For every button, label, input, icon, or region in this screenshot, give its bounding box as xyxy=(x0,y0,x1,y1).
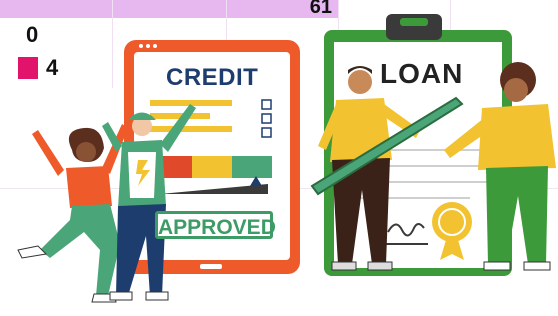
woman-figure xyxy=(17,124,128,303)
credit-title: CREDIT xyxy=(166,64,259,91)
loan-title: LOAN xyxy=(380,58,464,89)
approved-stamp: APPROVED xyxy=(155,211,276,239)
illustration-scene xyxy=(17,14,556,303)
